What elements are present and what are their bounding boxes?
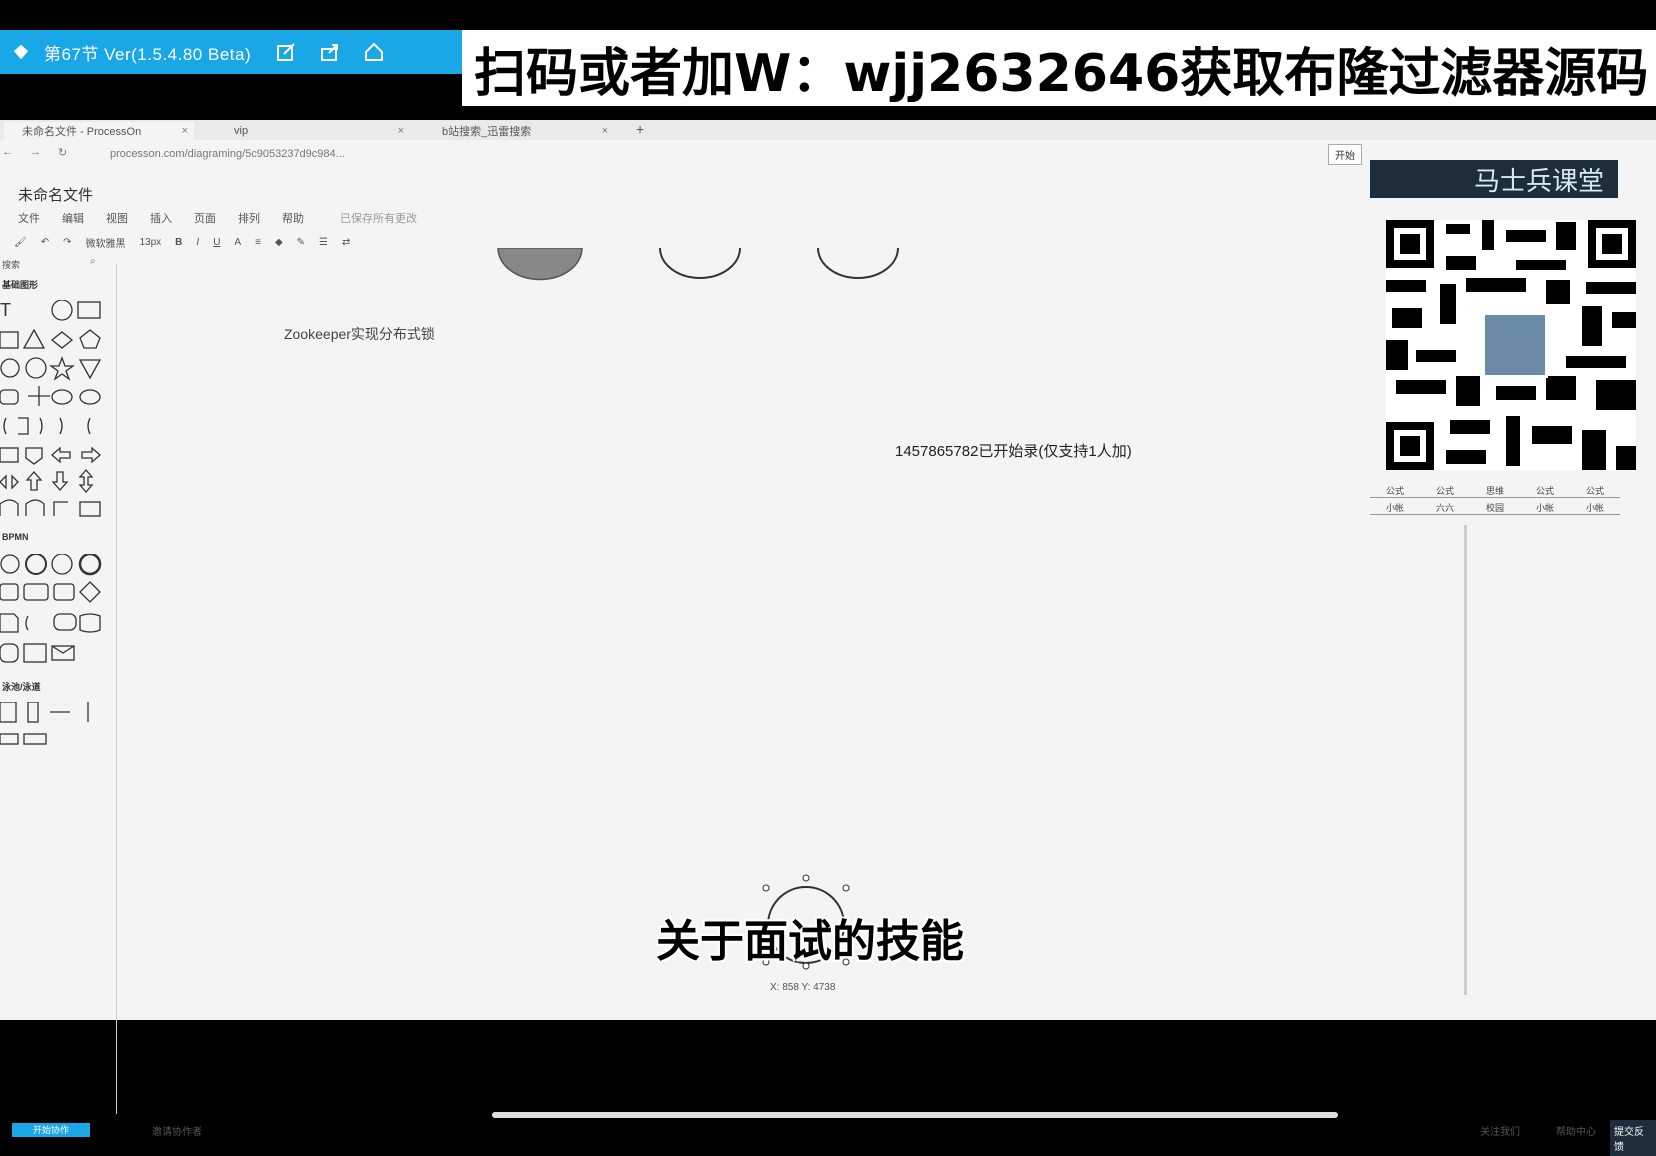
user-chip[interactable]: 六六: [1420, 501, 1470, 515]
tab-vip[interactable]: vip ×: [210, 122, 410, 140]
undo-icon[interactable]: ↶: [41, 237, 49, 248]
player-title: 第67节 Ver(1.5.4.80 Beta): [44, 44, 252, 64]
half-circle-outline[interactable]: [817, 248, 899, 279]
user-row: 公式 公式 思维 公式 公式: [1370, 484, 1620, 498]
qr-code: [1386, 220, 1636, 470]
tab-bar: 未命名文件 - ProcessOn × vip × b站搜索_迅雷搜索 × +: [0, 120, 1656, 140]
arrow-style-icon[interactable]: ⇄: [342, 237, 350, 248]
fill-icon[interactable]: ◆: [275, 237, 283, 248]
bold-icon[interactable]: B: [175, 237, 182, 248]
section-bpmn[interactable]: BPMN: [2, 532, 29, 542]
tab-processon[interactable]: 未命名文件 - ProcessOn ×: [4, 122, 194, 140]
menu-page[interactable]: 页面: [194, 210, 216, 226]
user-chip[interactable]: 小帐: [1520, 501, 1570, 515]
brand-logo: 马士兵课堂: [1370, 160, 1618, 198]
share-icon[interactable]: [319, 41, 341, 63]
menu-arrange[interactable]: 排列: [238, 210, 260, 226]
basic-shapes[interactable]: T: [0, 300, 110, 530]
user-chip[interactable]: 校园: [1470, 501, 1520, 515]
url-text[interactable]: processon.com/diagraming/5c9053237d9c984…: [110, 148, 345, 160]
redo-icon[interactable]: ↷: [63, 237, 71, 248]
follow-link[interactable]: 关注我们: [1480, 1123, 1520, 1138]
user-chip[interactable]: 公式: [1420, 484, 1470, 498]
menu-insert[interactable]: 插入: [150, 210, 172, 226]
line-style-icon[interactable]: ☰: [319, 237, 328, 248]
canvas-text-zookeeper[interactable]: Zookeeper实现分布式锁: [284, 324, 435, 344]
new-tab-button[interactable]: +: [636, 121, 644, 137]
section-swimlane[interactable]: 泳池/泳道: [2, 680, 41, 693]
feedback-button[interactable]: 提交反馈: [1610, 1120, 1656, 1156]
avatar: [1482, 312, 1548, 378]
address-bar[interactable]: ← → ↻ processon.com/diagraming/5c9053237…: [0, 142, 1320, 164]
user-chip[interactable]: 小帐: [1370, 501, 1420, 515]
user-chip[interactable]: 公式: [1370, 484, 1420, 498]
app-logo-icon: [13, 44, 29, 60]
home-icon[interactable]: [363, 41, 385, 63]
line-color-icon[interactable]: ✎: [297, 237, 305, 248]
canvas-text-note[interactable]: 1457865782已开始录(仅支持1人加): [895, 440, 1132, 461]
search-input[interactable]: 搜索: [2, 258, 20, 271]
close-icon[interactable]: ×: [398, 125, 410, 137]
reload-icon[interactable]: ↻: [58, 146, 67, 159]
search-icon[interactable]: ⌕: [90, 256, 96, 267]
close-icon[interactable]: ×: [182, 125, 194, 137]
shapes-panel: 搜索 ⌕ 基础图形 T BPMN 泳池/泳道: [0, 256, 117, 1114]
tab-label: vip: [234, 125, 249, 137]
tab-label: b站搜索_迅雷搜索: [442, 126, 532, 138]
start-collab-button[interactable]: 开始协作: [12, 1123, 90, 1137]
save-status: 已保存所有更改: [340, 213, 417, 225]
menu-help[interactable]: 帮助: [282, 210, 304, 226]
promo-banner: 扫码或者加W：wjj2632646获取布隆过滤器源码: [462, 30, 1656, 106]
status-bar: 开始协作 邀请协作者 关注我们 帮助中心 提交反馈: [0, 1120, 1656, 1156]
half-circle-filled[interactable]: [497, 248, 583, 281]
diagram-arcs[interactable]: [480, 248, 920, 298]
italic-icon[interactable]: I: [196, 237, 199, 248]
divider: [1464, 525, 1467, 995]
align-icon[interactable]: ≡: [255, 237, 261, 248]
forward-icon[interactable]: →: [30, 146, 41, 158]
horizontal-scrollbar[interactable]: [492, 1112, 1338, 1118]
half-circle-outline[interactable]: [659, 248, 741, 279]
size-select[interactable]: 13px: [139, 237, 161, 248]
tab-search[interactable]: b站搜索_迅雷搜索 ×: [418, 122, 614, 140]
close-icon[interactable]: ×: [602, 125, 614, 137]
section-basic-shapes[interactable]: 基础图形: [2, 278, 38, 291]
menu-view[interactable]: 视图: [106, 210, 128, 226]
help-link[interactable]: 帮助中心: [1556, 1123, 1596, 1138]
user-chip[interactable]: 小帐: [1570, 501, 1620, 515]
format-painter-icon[interactable]: 🖌: [14, 237, 27, 248]
user-chip[interactable]: 思维: [1470, 484, 1520, 498]
collab-invite[interactable]: 邀请协作者: [152, 1123, 202, 1138]
file-name[interactable]: 未命名文件: [18, 184, 93, 205]
swimlane-shapes[interactable]: [0, 702, 110, 752]
user-row: 小帐 六六 校园 小帐 小帐: [1370, 501, 1620, 515]
tab-label: 未命名文件 - ProcessOn: [22, 126, 142, 138]
menu-bar: 文件 编辑 视图 插入 页面 排列 帮助 已保存所有更改: [18, 210, 417, 226]
edit-icon[interactable]: [275, 41, 297, 63]
menu-file[interactable]: 文件: [18, 210, 40, 226]
player-bar: 第67节 Ver(1.5.4.80 Beta): [0, 30, 462, 74]
font-color-icon[interactable]: A: [234, 237, 241, 248]
svg-text:T: T: [0, 300, 11, 320]
video-subtitle: 关于面试的技能: [656, 916, 964, 967]
top-right-button[interactable]: 开始: [1328, 144, 1362, 165]
coord-readout: X: 858 Y: 4738: [770, 982, 836, 993]
menu-edit[interactable]: 编辑: [62, 210, 84, 226]
underline-icon[interactable]: U: [213, 237, 220, 248]
user-chip[interactable]: 公式: [1570, 484, 1620, 498]
back-icon[interactable]: ←: [2, 146, 13, 158]
font-select[interactable]: 微软雅黑: [85, 235, 125, 250]
user-chip[interactable]: 公式: [1520, 484, 1570, 498]
bpmn-shapes[interactable]: [0, 554, 110, 674]
